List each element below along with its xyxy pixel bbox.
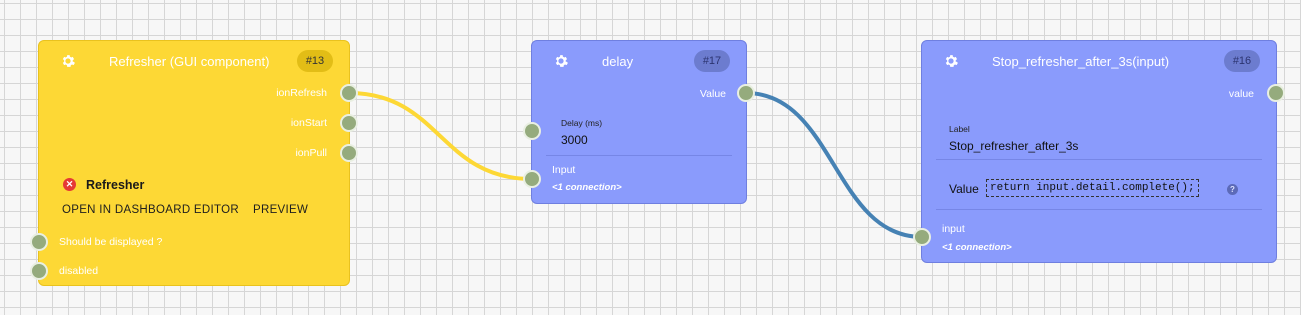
port-ionpull[interactable] [340, 144, 358, 162]
gear-icon[interactable] [944, 54, 958, 68]
port-should-be-displayed[interactable] [30, 233, 48, 251]
preview-button[interactable]: PREVIEW [253, 204, 308, 216]
output-label-value: Value [699, 88, 726, 100]
port-ionstart[interactable] [340, 114, 358, 132]
label-field-label: Label [949, 124, 970, 134]
node-refresher[interactable]: Refresher (GUI component) #13 ionRefresh… [38, 40, 350, 286]
component-name: Refresher [86, 178, 145, 192]
node-id-badge: #13 [297, 50, 333, 72]
value-field-label: Value [949, 182, 979, 196]
port-disabled[interactable] [30, 262, 48, 280]
port-delay-value[interactable] [737, 84, 755, 102]
label-field-value[interactable]: Stop_refresher_after_3s [949, 139, 1078, 153]
delay-field-value[interactable]: 3000 [561, 133, 588, 147]
node-header[interactable]: delay #17 [532, 41, 746, 81]
port-stop-input[interactable] [913, 228, 931, 246]
node-id-badge: #16 [1224, 50, 1260, 72]
output-label-ionrefresh: ionRefresh [276, 87, 327, 99]
error-x-icon: ✕ [63, 178, 76, 191]
port-delay-field[interactable] [523, 122, 541, 140]
node-id-badge: #17 [694, 50, 730, 72]
output-label-ionpull: ionPull [295, 147, 327, 159]
input-label-disabled: disabled [59, 265, 99, 277]
delay-field-label: Delay (ms) [561, 118, 603, 128]
input-label-should-be-displayed: Should be displayed ? [59, 236, 163, 248]
node-stop-refresher[interactable]: Stop_refresher_after_3s(input) #16 value… [921, 40, 1277, 263]
gear-icon[interactable] [61, 54, 75, 68]
open-in-dashboard-editor-button[interactable]: OPEN IN DASHBOARD EDITOR [62, 204, 239, 216]
node-title: Stop_refresher_after_3s(input) [992, 54, 1170, 69]
output-label-value: value [1228, 88, 1254, 100]
port-delay-input[interactable] [523, 170, 541, 188]
node-title: delay [602, 54, 634, 69]
divider [936, 159, 1262, 160]
node-title: Refresher (GUI component) [109, 54, 270, 69]
output-label-ionstart: ionStart [290, 117, 327, 129]
wire-ionrefresh-to-delay-input[interactable] [348, 91, 533, 181]
input-label: Input [552, 164, 576, 176]
gear-icon[interactable] [554, 54, 568, 68]
port-stop-value[interactable] [1267, 84, 1285, 102]
connection-count: <1 connection> [942, 242, 1012, 253]
node-header[interactable]: Refresher (GUI component) #13 [39, 41, 349, 81]
help-icon[interactable]: ? [1227, 184, 1238, 195]
code-editor-field[interactable]: return input.detail.complete(); [986, 179, 1199, 197]
node-header[interactable]: Stop_refresher_after_3s(input) #16 [922, 41, 1276, 81]
input-label: input [942, 223, 965, 235]
connection-count: <1 connection> [552, 182, 622, 193]
node-delay[interactable]: delay #17 Value Delay (ms) 3000 Input <1… [531, 40, 747, 204]
divider [936, 209, 1262, 210]
divider [546, 155, 732, 156]
wire-delay-value-to-stop-input[interactable] [745, 91, 923, 239]
port-ionrefresh[interactable] [340, 84, 358, 102]
